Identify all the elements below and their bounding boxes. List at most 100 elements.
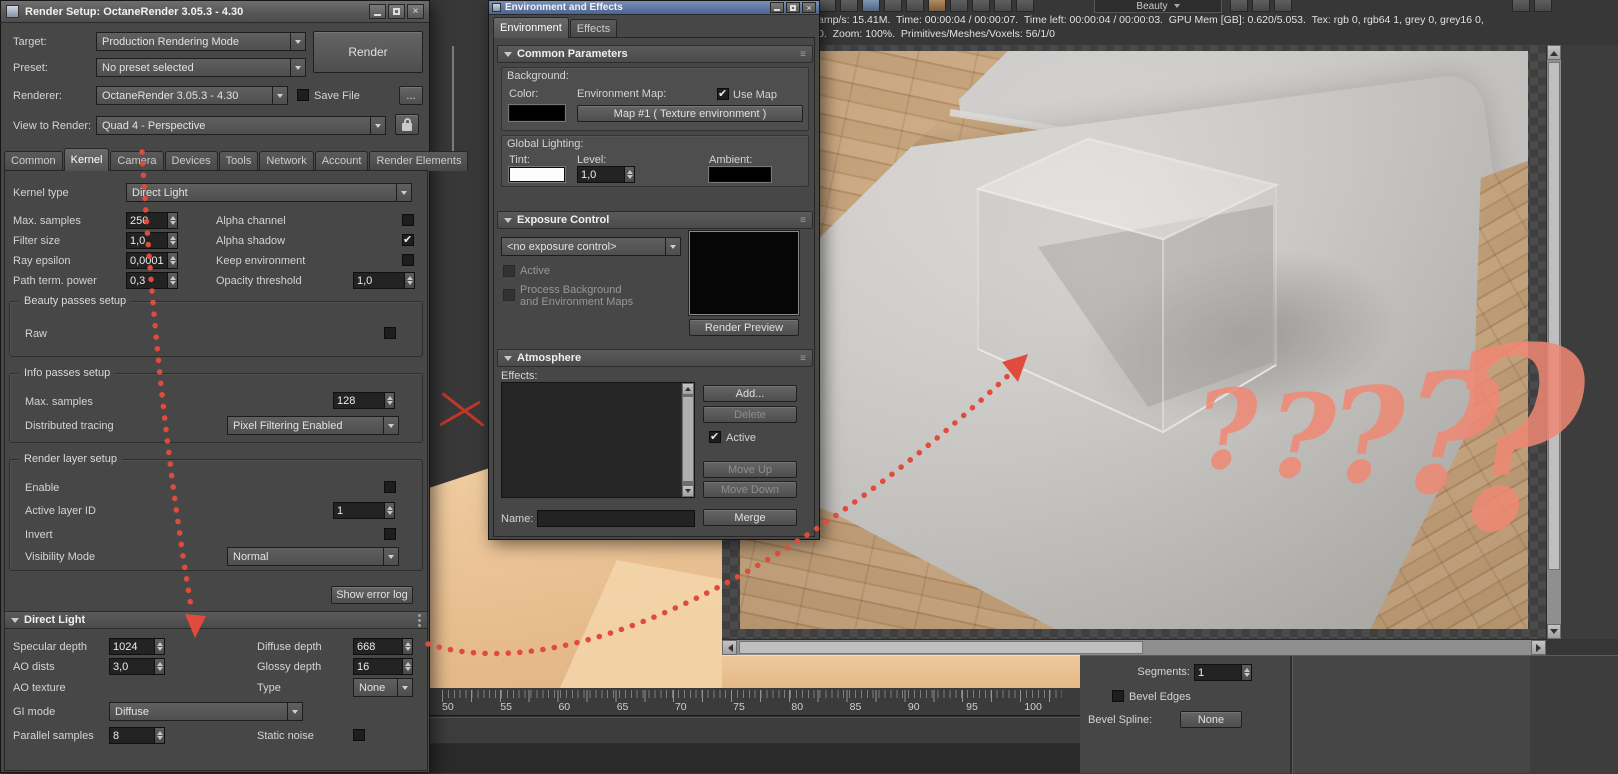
vfb-toolbar-icon[interactable] — [840, 0, 858, 12]
spinner-arrows[interactable] — [1241, 664, 1252, 681]
environment-map-button[interactable]: Map #1 ( Texture environment ) — [577, 105, 803, 122]
ray-epsilon-spinner[interactable]: 0,0001 — [126, 252, 178, 269]
bevel-edges-checkbox[interactable] — [1112, 690, 1124, 702]
ambient-swatch[interactable] — [709, 167, 771, 182]
vfb-toolbar-icon[interactable] — [818, 0, 836, 12]
vfb-toolbar-icon[interactable] — [1512, 0, 1530, 12]
save-file-checkbox[interactable] — [297, 89, 309, 101]
spinner-arrows[interactable] — [154, 727, 165, 744]
level-value[interactable]: 1,0 — [577, 166, 624, 183]
tab-camera[interactable]: Camera — [110, 151, 164, 171]
opacity-threshold-value[interactable]: 1,0 — [353, 272, 404, 289]
scroll-left-button[interactable] — [722, 640, 737, 655]
timeline-ruler[interactable]: 50 55 60 65 70 75 80 85 90 95 100 — [430, 688, 1080, 716]
tint-swatch[interactable] — [509, 167, 565, 182]
tab-environment[interactable]: Environment — [493, 17, 569, 38]
exposure-control-header[interactable]: Exposure Control ≡ — [497, 211, 813, 229]
process-background-checkbox[interactable] — [503, 289, 515, 301]
tab-render-elements[interactable]: Render Elements — [369, 151, 469, 171]
bevel-spline-button[interactable]: None — [1180, 711, 1242, 728]
vfb-toolbar-icon[interactable] — [1534, 0, 1552, 12]
vfb-toolbar-icon[interactable] — [1274, 0, 1292, 12]
vfb-toolbar-icon[interactable] — [950, 0, 968, 12]
beauty-pass-dropdown[interactable]: Beauty — [1094, 0, 1222, 13]
parallel-samples-value[interactable]: 8 — [109, 727, 154, 744]
render-horizontal-scrollbar[interactable] — [722, 639, 1546, 655]
active-layer-id-value[interactable]: 1 — [333, 502, 384, 519]
ray-epsilon-value[interactable]: 0,0001 — [126, 252, 167, 269]
specular-depth-value[interactable]: 1024 — [109, 638, 154, 655]
filter-size-spinner[interactable]: 1,0 — [126, 232, 178, 249]
vfb-toolbar-icon[interactable] — [906, 0, 924, 12]
vfb-toolbar-icon[interactable] — [862, 0, 880, 12]
vfb-toolbar-icon[interactable] — [1252, 0, 1270, 12]
vfb-toolbar-icon[interactable] — [928, 0, 946, 12]
add-effect-button[interactable]: Add... — [703, 385, 797, 402]
diffuse-depth-spinner[interactable]: 668 — [353, 638, 413, 655]
spinner-arrows[interactable] — [624, 166, 635, 183]
render-vertical-scrollbar[interactable] — [1546, 45, 1561, 639]
spinner-arrows[interactable] — [384, 392, 395, 409]
vertical-scroll-thumb[interactable] — [1548, 62, 1560, 570]
render-setup-titlebar[interactable]: Render Setup: OctaneRender 3.05.3 - 4.30… — [1, 1, 429, 23]
maximize-button[interactable] — [388, 4, 405, 19]
tab-effects[interactable]: Effects — [569, 19, 618, 38]
active-layer-id-spinner[interactable]: 1 — [333, 502, 395, 519]
keep-environment-checkbox[interactable] — [402, 254, 414, 266]
minimize-button[interactable] — [770, 2, 784, 13]
scroll-up-button[interactable] — [1547, 45, 1561, 60]
horizontal-scroll-thumb[interactable] — [739, 641, 1143, 654]
level-spinner[interactable]: 1,0 — [577, 166, 635, 183]
exposure-active-checkbox[interactable] — [503, 265, 515, 277]
render-preview-button[interactable]: Render Preview — [689, 319, 799, 336]
delete-effect-button[interactable]: Delete — [703, 406, 797, 423]
close-button[interactable]: × — [407, 4, 424, 19]
tab-network[interactable]: Network — [259, 151, 314, 171]
raw-checkbox[interactable] — [384, 327, 396, 339]
scroll-down-button[interactable] — [1547, 624, 1561, 639]
tab-tools[interactable]: Tools — [218, 151, 259, 171]
scroll-up-button[interactable] — [682, 383, 694, 395]
viewport-lock-button[interactable] — [395, 114, 419, 135]
spinner-arrows[interactable] — [167, 252, 178, 269]
environment-titlebar[interactable]: Environment and Effects × — [489, 1, 819, 15]
atmosphere-header[interactable]: Atmosphere ≡ — [497, 349, 813, 367]
show-error-log-button[interactable]: Show error log — [331, 586, 413, 604]
track-bar[interactable] — [430, 717, 1080, 743]
opacity-threshold-spinner[interactable]: 1,0 — [353, 272, 415, 289]
glossy-depth-spinner[interactable]: 16 — [353, 658, 413, 675]
glossy-depth-value[interactable]: 16 — [353, 658, 402, 675]
vfb-toolbar-icon[interactable] — [1016, 0, 1034, 12]
tab-kernel[interactable]: Kernel — [63, 148, 110, 171]
merge-button[interactable]: Merge — [703, 509, 797, 526]
ao-dists-value[interactable]: 3,0 — [109, 658, 154, 675]
effects-listbox[interactable] — [501, 382, 695, 498]
gi-mode-dropdown[interactable]: Diffuse — [109, 702, 303, 721]
renderer-dropdown[interactable]: OctaneRender 3.05.3 - 4.30 — [96, 86, 288, 105]
save-file-browse-button[interactable]: ... — [399, 86, 423, 105]
effect-name-input[interactable] — [537, 510, 695, 527]
rollout-menu-icon[interactable] — [418, 613, 421, 617]
tab-account[interactable]: Account — [314, 151, 369, 171]
spinner-arrows[interactable] — [154, 658, 165, 675]
static-noise-checkbox[interactable] — [353, 729, 365, 741]
view-to-render-dropdown[interactable]: Quad 4 - Perspective — [96, 116, 386, 135]
type-dropdown[interactable]: None — [353, 678, 413, 697]
spinner-arrows[interactable] — [167, 212, 178, 229]
ao-dists-spinner[interactable]: 3,0 — [109, 658, 165, 675]
spinner-arrows[interactable] — [167, 232, 178, 249]
vfb-toolbar-icon[interactable] — [884, 0, 902, 12]
exposure-control-dropdown[interactable]: <no exposure control> — [501, 237, 681, 256]
list-scroll-thumb[interactable] — [682, 396, 694, 482]
scroll-right-button[interactable] — [1531, 640, 1546, 655]
spinner-arrows[interactable] — [404, 272, 415, 289]
invert-checkbox[interactable] — [384, 528, 396, 540]
spinner-arrows[interactable] — [402, 638, 413, 655]
direct-light-rollout-header[interactable]: Direct Light — [4, 611, 428, 629]
vfb-toolbar-icon[interactable] — [972, 0, 990, 12]
info-max-samples-spinner[interactable]: 128 — [333, 392, 395, 409]
atmosphere-active-checkbox[interactable] — [709, 430, 721, 443]
max-samples-spinner[interactable]: 250 — [126, 212, 178, 229]
info-max-samples-value[interactable]: 128 — [333, 392, 384, 409]
alpha-shadow-checkbox[interactable] — [402, 233, 414, 246]
